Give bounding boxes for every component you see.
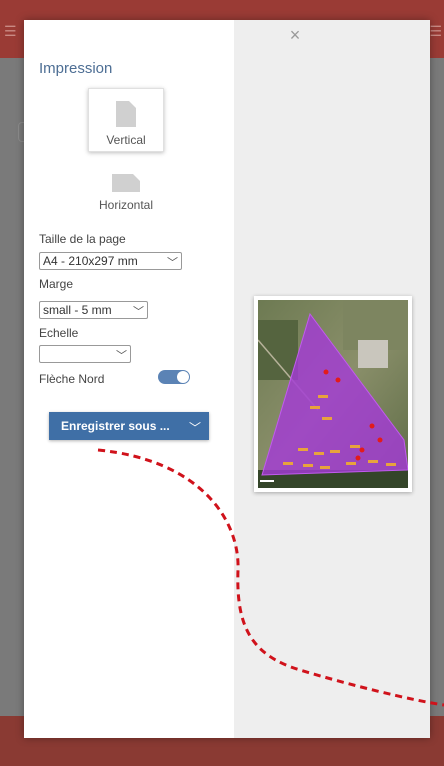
chevron-down-icon: ﹀: [116, 350, 127, 362]
chevron-down-icon: ﹀: [133, 306, 144, 318]
orientation-vertical-button[interactable]: Vertical: [88, 88, 164, 152]
margin-value: small - 5 mm: [43, 303, 112, 317]
orientation-vertical-label: Vertical: [106, 133, 146, 147]
close-icon[interactable]: ×: [286, 26, 304, 44]
page-size-select[interactable]: A4 - 210x297 mm ﹀: [39, 252, 182, 270]
scale-select[interactable]: ﹀: [39, 345, 131, 363]
menu-icon[interactable]: ☰: [4, 24, 17, 38]
margin-label: Marge: [39, 277, 74, 291]
menu-icon[interactable]: ☰: [429, 24, 442, 38]
page-size-value: A4 - 210x297 mm: [43, 254, 138, 268]
map-preview-image: [258, 300, 408, 488]
print-settings-panel: Impression Vertical Horizontal Taille de…: [24, 20, 234, 738]
toggle-knob: [177, 371, 189, 383]
chevron-down-icon[interactable]: ﹀: [189, 419, 201, 436]
tree-area: [258, 320, 298, 380]
chevron-down-icon: ﹀: [167, 257, 178, 269]
print-dialog: Impression Vertical Horizontal Taille de…: [24, 20, 430, 738]
page-size-label: Taille de la page: [39, 232, 126, 246]
save-as-label: Enregistrer sous ...: [61, 419, 170, 433]
map-preview: [254, 296, 412, 492]
margin-select[interactable]: small - 5 mm ﹀: [39, 301, 148, 319]
save-as-button[interactable]: Enregistrer sous ... ﹀: [49, 412, 209, 440]
dialog-title: Impression: [39, 60, 113, 77]
orientation-horizontal-button[interactable]: Horizontal: [88, 164, 164, 228]
orientation-horizontal-label: Horizontal: [98, 198, 154, 212]
portrait-page-icon: [116, 101, 136, 127]
north-arrow-toggle[interactable]: [158, 370, 190, 384]
scale-bar: [260, 480, 274, 482]
north-arrow-label: Flèche Nord: [39, 372, 105, 386]
buildings: [358, 340, 388, 368]
scale-label: Echelle: [39, 326, 79, 340]
print-preview-panel: [234, 20, 430, 738]
landscape-page-icon: [112, 174, 140, 192]
